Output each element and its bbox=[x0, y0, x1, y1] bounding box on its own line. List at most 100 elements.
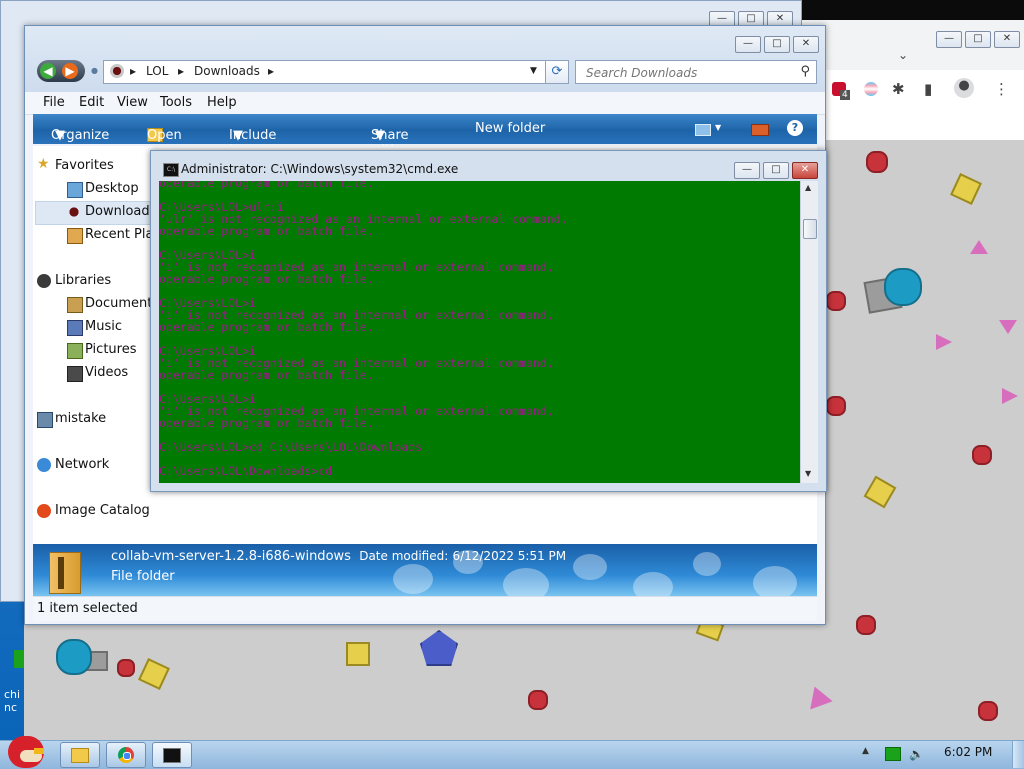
browser-window-buttons: — □ ✕ bbox=[933, 30, 1020, 48]
explorer-window-buttons: — □ ✕ bbox=[732, 35, 819, 53]
nav-pictures[interactable]: Pictures bbox=[67, 342, 136, 359]
nav-image-catalog[interactable]: Image Catalog bbox=[37, 503, 150, 518]
game-triangle bbox=[1002, 388, 1018, 404]
scroll-down-icon[interactable]: ▼ bbox=[805, 469, 811, 478]
menu-kebab-icon[interactable]: ⋮ bbox=[994, 80, 1009, 98]
game-circle bbox=[972, 445, 992, 465]
game-circle bbox=[978, 701, 998, 721]
search-box[interactable]: ⚲ bbox=[575, 60, 817, 84]
network-tray-icon[interactable] bbox=[885, 747, 901, 761]
nav-videos[interactable]: Videos bbox=[67, 365, 128, 382]
game-triangle bbox=[936, 334, 952, 350]
star-icon: ★ bbox=[37, 156, 50, 172]
command-bar: Organize▼ Open Include in library▼ Share… bbox=[33, 114, 817, 173]
puzzle-icon[interactable]: ✱ bbox=[892, 80, 905, 98]
game-circle bbox=[866, 151, 888, 173]
chevron-down-icon: ▼ bbox=[55, 128, 65, 143]
browser-extension-bar: 4 ✱ ▮ ● ⋮ bbox=[828, 78, 1024, 104]
refresh-icon[interactable]: ⟳ bbox=[545, 60, 569, 84]
cmd-window-buttons: — □ ✕ bbox=[731, 161, 818, 179]
documents-icon bbox=[67, 297, 83, 313]
breadcrumb-separator-icon: ▸ bbox=[178, 64, 185, 78]
pride-extension-icon[interactable] bbox=[864, 82, 878, 96]
tray-show-hidden-icon[interactable]: ▲ bbox=[862, 746, 869, 756]
volume-icon[interactable]: 🔈 bbox=[909, 747, 924, 761]
profile-icon[interactable]: ● bbox=[954, 78, 974, 98]
cmd-window: C:\ Administrator: C:\Windows\system32\c… bbox=[150, 150, 827, 492]
menu-tools[interactable]: Tools bbox=[160, 95, 192, 110]
help-icon[interactable]: ? bbox=[787, 120, 803, 136]
cmd-maximize-button[interactable]: □ bbox=[763, 162, 789, 179]
chevron-down-icon: ▼ bbox=[375, 128, 385, 143]
back-arrow-icon[interactable]: ◀ bbox=[40, 63, 56, 79]
browser-maximize-button[interactable]: □ bbox=[965, 31, 991, 48]
libraries-icon bbox=[37, 274, 51, 288]
search-input[interactable] bbox=[584, 63, 788, 83]
cmd-icon: C:\ bbox=[163, 163, 179, 177]
scroll-up-icon[interactable]: ▲ bbox=[805, 183, 811, 192]
date-modified-value: 6/12/2022 5:51 PM bbox=[452, 549, 567, 563]
status-bar: 1 item selected bbox=[33, 596, 817, 621]
new-folder-button[interactable]: New folder bbox=[475, 121, 545, 136]
date-modified-label: Date modified: bbox=[359, 549, 449, 563]
menu-file[interactable]: File bbox=[43, 95, 65, 110]
scroll-thumb[interactable] bbox=[803, 219, 817, 239]
forward-arrow-icon[interactable]: ▶ bbox=[62, 63, 78, 79]
nav-network[interactable]: Network bbox=[37, 457, 109, 472]
browser-minimize-button[interactable]: — bbox=[936, 31, 962, 48]
menu-edit[interactable]: Edit bbox=[79, 95, 104, 110]
status-text: 1 item selected bbox=[37, 601, 138, 616]
nav-music[interactable]: Music bbox=[67, 319, 122, 336]
breadcrumb-downloads[interactable]: Downloads bbox=[194, 64, 260, 78]
maximize-button[interactable]: □ bbox=[764, 36, 790, 53]
clock[interactable]: 6:02 PM bbox=[944, 745, 992, 759]
sidebar-icon[interactable]: ▮ bbox=[924, 80, 932, 98]
menu-bar: File Edit View Tools Help bbox=[25, 92, 825, 115]
game-player-tank bbox=[884, 268, 922, 306]
recent-pages-icon[interactable]: ● bbox=[91, 66, 98, 75]
cmd-close-button[interactable]: ✕ bbox=[792, 162, 818, 179]
videos-icon bbox=[67, 366, 83, 382]
music-icon bbox=[67, 320, 83, 336]
breadcrumb-separator-icon: ▸ bbox=[268, 64, 275, 78]
taskbar-cmd-button[interactable] bbox=[152, 742, 192, 768]
desktop-label-text: chi nc bbox=[4, 688, 21, 714]
address-dropdown-icon[interactable]: ▼ bbox=[530, 66, 537, 76]
view-options-icon[interactable] bbox=[695, 124, 711, 136]
nav-favorites[interactable]: ★ Favorites bbox=[37, 156, 114, 173]
preview-pane-icon[interactable] bbox=[751, 124, 769, 136]
start-button-angry-bird-icon[interactable] bbox=[4, 730, 46, 768]
browser-close-button[interactable]: ✕ bbox=[994, 31, 1020, 48]
details-item-type: File folder bbox=[111, 569, 175, 584]
breadcrumb-lol[interactable]: LOL bbox=[146, 64, 168, 78]
address-bar[interactable]: ▸ LOL ▸ Downloads ▸ ▼ bbox=[103, 60, 565, 84]
close-button[interactable]: ✕ bbox=[793, 36, 819, 53]
taskbar-explorer-button[interactable] bbox=[60, 742, 100, 768]
image-catalog-icon bbox=[37, 504, 51, 518]
nav-desktop[interactable]: Desktop bbox=[67, 181, 139, 198]
desktop-green-icon[interactable] bbox=[14, 650, 24, 668]
cmd-console[interactable]: operable program or batch file. C:\Users… bbox=[159, 181, 800, 483]
nav-homegroup[interactable]: mistake bbox=[37, 411, 106, 428]
nav-downloads[interactable]: Downloads bbox=[67, 204, 156, 219]
nav-buttons: ◀ ▶ bbox=[37, 60, 85, 82]
cmd-output: operable program or batch file. C:\Users… bbox=[159, 181, 568, 478]
minimize-button[interactable]: — bbox=[735, 36, 761, 53]
game-circle bbox=[826, 396, 846, 416]
cmd-scrollbar[interactable]: ▲ ▼ bbox=[800, 181, 818, 483]
show-desktop-button[interactable] bbox=[1012, 741, 1024, 768]
explorer-titlebar: —□✕ ◀ ▶ ● ▸ LOL ▸ Downloads ▸ ▼ ⟳ ⚲ bbox=[25, 26, 825, 92]
chevron-down-icon[interactable]: ▼ bbox=[715, 123, 721, 132]
nav-libraries[interactable]: Libraries bbox=[37, 273, 111, 288]
cmd-minimize-button[interactable]: — bbox=[734, 162, 760, 179]
game-circle bbox=[528, 690, 548, 710]
game-square bbox=[346, 642, 370, 666]
bug-icon bbox=[67, 205, 81, 219]
tab-dropdown-icon[interactable]: ⌄ bbox=[898, 48, 908, 62]
taskbar-chrome-button[interactable] bbox=[106, 742, 146, 768]
breadcrumb-separator-icon: ▸ bbox=[130, 64, 137, 78]
menu-view[interactable]: View bbox=[117, 95, 148, 110]
search-icon[interactable]: ⚲ bbox=[800, 64, 810, 79]
nav-documents[interactable]: Documents bbox=[67, 296, 159, 313]
menu-help[interactable]: Help bbox=[207, 95, 237, 110]
